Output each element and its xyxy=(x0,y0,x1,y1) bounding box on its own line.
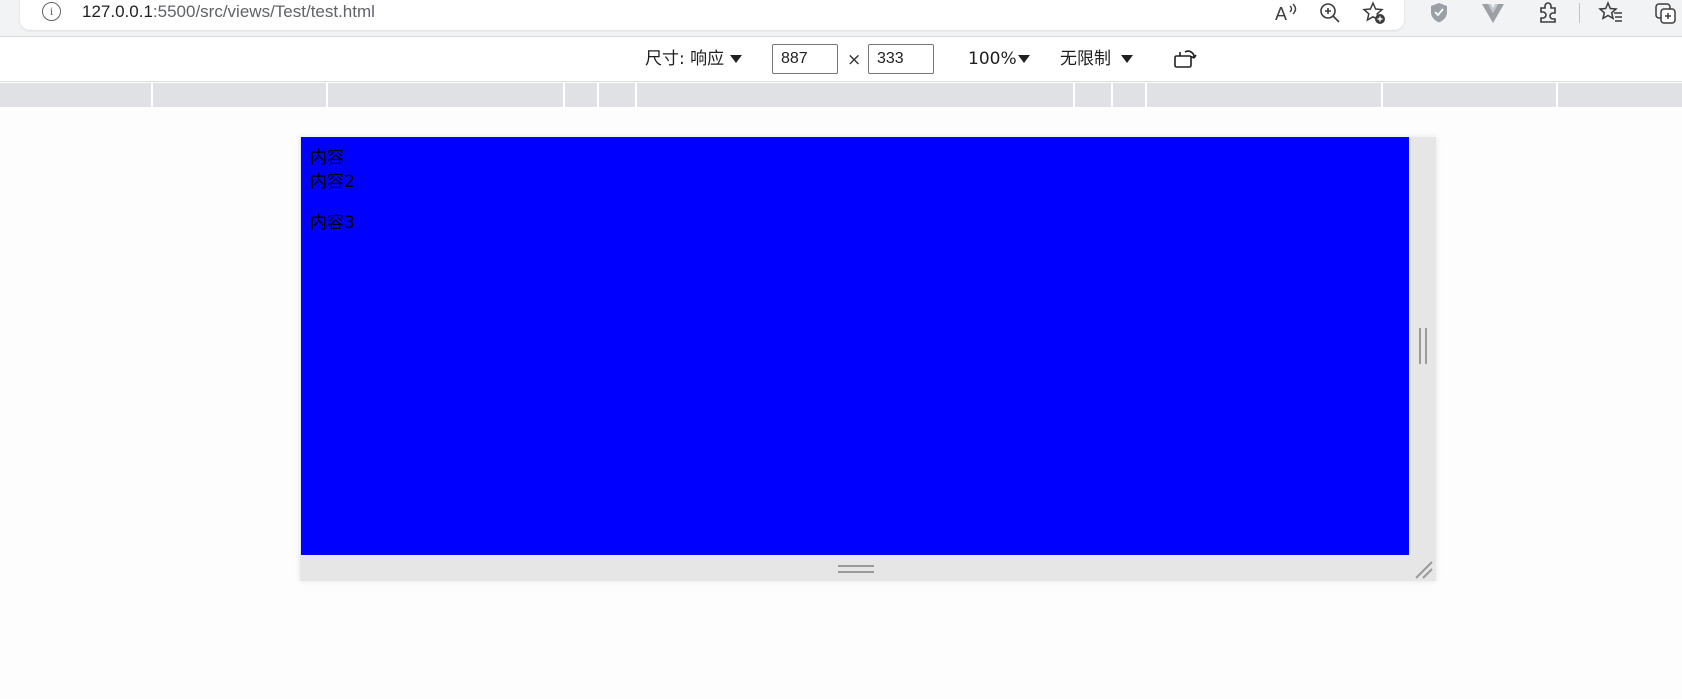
toolbar-divider xyxy=(1579,3,1580,23)
rotate-icon[interactable] xyxy=(1172,46,1198,72)
device-toolbar: 尺寸: 响应 × 100% 无限制 xyxy=(0,37,1682,82)
svg-text:A: A xyxy=(1275,4,1287,24)
media-query-marker[interactable] xyxy=(635,83,637,107)
height-input[interactable] xyxy=(868,44,934,74)
add-favorite-icon[interactable] xyxy=(1361,0,1387,26)
throttle-caret-icon[interactable] xyxy=(1121,55,1133,63)
resize-handle-right[interactable] xyxy=(1419,328,1427,364)
width-input[interactable] xyxy=(772,44,838,74)
media-query-marker[interactable] xyxy=(151,83,153,107)
media-query-marker[interactable] xyxy=(597,83,599,107)
browser-toolbar: i 127.0.0.1:5500/src/views/Test/test.htm… xyxy=(0,0,1682,37)
url-path: :5500/src/views/Test/test.html xyxy=(152,2,375,21)
media-query-marker[interactable] xyxy=(1381,83,1383,107)
zoom-caret-icon[interactable] xyxy=(1018,55,1030,63)
shield-extension-icon[interactable] xyxy=(1426,0,1452,26)
content-line-3: 内容3 xyxy=(310,213,355,233)
url-text[interactable]: 127.0.0.1:5500/src/views/Test/test.html xyxy=(82,1,375,23)
resize-handle-corner-icon[interactable] xyxy=(1412,558,1434,580)
content-line-1: 内容 xyxy=(310,148,344,168)
url-host: 127.0.0.1 xyxy=(82,2,153,21)
collections-icon[interactable] xyxy=(1652,0,1678,26)
site-info-icon[interactable]: i xyxy=(42,2,61,21)
media-query-marker[interactable] xyxy=(326,83,328,107)
throttle-dropdown[interactable]: 无限制 xyxy=(1060,49,1111,69)
times-separator: × xyxy=(847,50,862,70)
resize-handle-bottom[interactable] xyxy=(838,565,874,573)
zoom-icon[interactable] xyxy=(1317,0,1343,26)
media-query-marker[interactable] xyxy=(1145,83,1147,107)
dimensions-dropdown[interactable]: 尺寸: 响应 xyxy=(645,49,724,69)
dimensions-caret-icon[interactable] xyxy=(730,55,742,63)
read-aloud-icon[interactable]: A xyxy=(1273,0,1299,26)
favorites-icon[interactable] xyxy=(1598,0,1624,26)
emulated-viewport: 内容 内容2 内容3 xyxy=(301,137,1409,555)
zoom-dropdown[interactable]: 100% xyxy=(968,49,1017,69)
media-query-marker[interactable] xyxy=(1073,83,1075,107)
media-query-marker[interactable] xyxy=(1556,83,1558,107)
content-line-2: 内容2 xyxy=(310,172,355,192)
media-query-bar[interactable] xyxy=(0,83,1682,107)
media-query-marker[interactable] xyxy=(1111,83,1113,107)
vue-devtools-icon[interactable] xyxy=(1480,0,1506,26)
media-query-marker[interactable] xyxy=(563,83,565,107)
extensions-icon[interactable] xyxy=(1535,0,1561,26)
